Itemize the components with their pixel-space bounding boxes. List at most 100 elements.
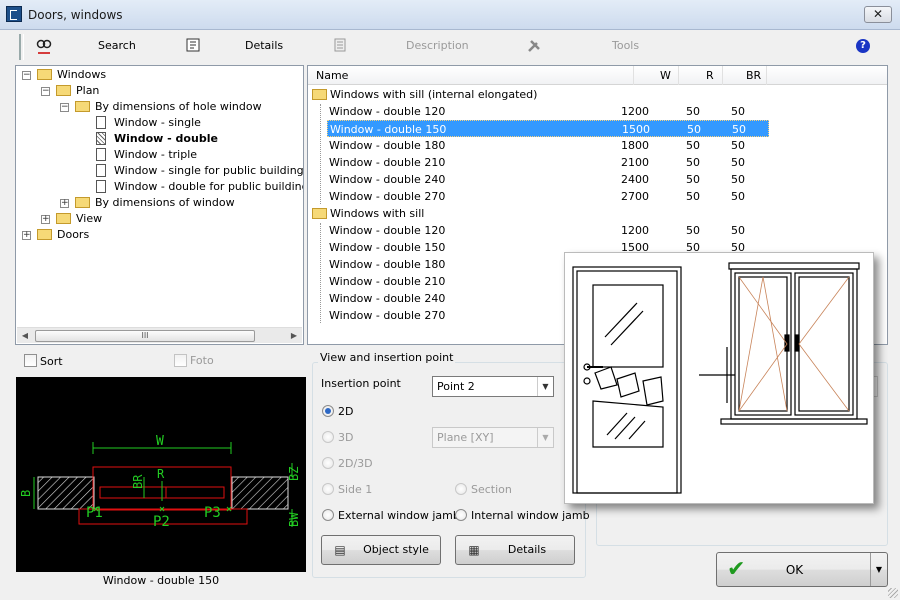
folder-icon xyxy=(75,101,90,112)
column-divider xyxy=(678,66,679,85)
item-r: 50 xyxy=(686,105,700,118)
tree-item-plan[interactable]: − Plan xyxy=(20,83,300,99)
item-name: Window - double 150 xyxy=(330,123,447,136)
radio-2d[interactable] xyxy=(322,405,334,417)
item-r: 50 xyxy=(687,123,701,136)
details-button[interactable]: Details xyxy=(245,39,283,57)
details-bottom-button[interactable]: ▦ Details xyxy=(455,535,575,565)
radio-internal-jamb[interactable] xyxy=(455,509,467,521)
details-icon[interactable] xyxy=(185,38,201,54)
radio-3d xyxy=(322,431,334,443)
point-p3-label: P3 xyxy=(204,505,221,521)
folder-icon xyxy=(37,69,52,80)
insertion-point-select[interactable]: Point 2 ▼ xyxy=(432,376,554,397)
dim-bw-label: BW xyxy=(287,512,301,527)
description-icon xyxy=(332,38,348,54)
tree-item-label: View xyxy=(76,212,103,225)
item-br: 50 xyxy=(732,123,746,136)
search-icon[interactable] xyxy=(36,38,52,54)
list-item[interactable]: Window - double 120 1200 50 50 xyxy=(327,103,769,120)
help-icon[interactable]: ? xyxy=(856,39,870,53)
folder-icon xyxy=(37,229,52,240)
tree-item-view[interactable]: + View xyxy=(20,211,300,227)
scroll-right-icon[interactable]: ▶ xyxy=(288,330,300,342)
radio-side1-label: Side 1 xyxy=(338,483,373,496)
tree-item-window-double-public[interactable]: Window - double for public building cons xyxy=(20,179,303,195)
tree-item-window-single[interactable]: Window - single xyxy=(20,115,303,131)
item-name: Window - double 180 xyxy=(329,139,446,152)
item-name: Window - double 240 xyxy=(329,173,446,186)
expand-icon[interactable]: + xyxy=(60,199,69,208)
scroll-left-icon[interactable]: ◀ xyxy=(19,330,31,342)
item-r: 50 xyxy=(686,224,700,237)
object-style-button[interactable]: ▤ Object style xyxy=(321,535,441,565)
column-divider xyxy=(766,66,767,85)
tree-item-window-single-public[interactable]: Window - single for public building cons… xyxy=(20,163,304,179)
tree-item-windows[interactable]: − Windows xyxy=(20,67,300,83)
sort-checkbox[interactable] xyxy=(24,354,37,367)
list-item[interactable]: Window - double 180 1800 50 50 xyxy=(327,137,769,154)
tree-item-label: Window - single for public building cons… xyxy=(114,164,304,177)
group-label: Windows with sill (internal elongated) xyxy=(330,88,538,101)
item-name: Window - double 270 xyxy=(329,309,446,322)
list-group-header[interactable]: Windows with sill xyxy=(310,205,610,222)
list-item[interactable]: Window - double 150 1500 50 50 xyxy=(327,120,769,137)
collapse-icon[interactable]: − xyxy=(22,71,31,80)
item-br: 50 xyxy=(731,190,745,203)
ok-dropdown-arrow-icon[interactable]: ▼ xyxy=(870,553,887,586)
column-divider xyxy=(722,66,723,85)
column-header-br[interactable]: BR xyxy=(746,69,761,82)
category-tree[interactable]: − Windows − Plan − By dimensions of hole… xyxy=(15,65,304,345)
radio-3d-label: 3D xyxy=(338,431,354,444)
toolbar-grip[interactable] xyxy=(19,34,24,60)
tree-item-label: By dimensions of hole window xyxy=(95,100,262,113)
item-width: 2100 xyxy=(621,156,649,169)
list-item[interactable]: Window - double 270 2700 50 50 xyxy=(327,188,769,205)
tree-item-label: Doors xyxy=(57,228,90,241)
tree-item-window-double[interactable]: Window - double xyxy=(20,131,303,147)
item-name: Window - double 210 xyxy=(329,156,446,169)
item-name: Window - double 150 xyxy=(329,241,446,254)
item-br: 50 xyxy=(731,224,745,237)
list-group-header[interactable]: Windows with sill (internal elongated) xyxy=(310,86,610,103)
expand-icon[interactable]: + xyxy=(22,231,31,240)
tree-item-doors[interactable]: + Doors xyxy=(20,227,300,243)
tree-horizontal-scrollbar[interactable]: ◀ III ▶ xyxy=(17,327,302,343)
ok-label: OK xyxy=(785,563,804,577)
item-width: 1500 xyxy=(622,123,650,136)
collapse-icon[interactable]: − xyxy=(41,87,50,96)
tree-item-by-hole[interactable]: − By dimensions of hole window xyxy=(20,99,303,115)
collapse-icon[interactable]: − xyxy=(60,103,69,112)
document-icon xyxy=(96,180,106,193)
search-button[interactable]: Search xyxy=(98,39,136,57)
item-br: 50 xyxy=(731,105,745,118)
item-br: 50 xyxy=(731,156,745,169)
dropdown-arrow-icon[interactable]: ▼ xyxy=(537,377,553,396)
column-header-name[interactable]: Name xyxy=(316,69,348,82)
item-r: 50 xyxy=(686,156,700,169)
tree-item-window-triple[interactable]: Window - triple xyxy=(20,147,303,163)
item-name: Window - double 120 xyxy=(329,105,446,118)
tree-item-by-window[interactable]: + By dimensions of window xyxy=(20,195,303,211)
column-divider xyxy=(633,66,634,85)
list-item[interactable]: Window - double 120 1200 50 50 xyxy=(327,222,769,239)
radio-external-jamb[interactable] xyxy=(322,509,334,521)
document-icon xyxy=(96,164,106,177)
list-item[interactable]: Window - double 240 2400 50 50 xyxy=(327,171,769,188)
dim-b-label: B xyxy=(19,490,33,497)
radio-section xyxy=(455,483,467,495)
resize-grip[interactable] xyxy=(888,588,898,598)
list-item[interactable]: Window - double 210 2100 50 50 xyxy=(327,154,769,171)
tree-line xyxy=(320,223,321,323)
item-r: 50 xyxy=(686,190,700,203)
ok-button[interactable]: ✔ OK ▼ xyxy=(716,552,888,587)
radio-2d-label: 2D xyxy=(338,405,354,418)
expand-icon[interactable]: + xyxy=(41,215,50,224)
close-button[interactable]: ✕ xyxy=(864,6,892,23)
insertion-point-label: Insertion point xyxy=(321,377,401,390)
column-header-r[interactable]: R xyxy=(706,69,714,82)
tree-item-label: Window - triple xyxy=(114,148,198,161)
column-header-w[interactable]: W xyxy=(660,69,671,82)
insertion-group-title: View and insertion point xyxy=(318,351,456,364)
scroll-thumb[interactable]: III xyxy=(35,330,255,342)
